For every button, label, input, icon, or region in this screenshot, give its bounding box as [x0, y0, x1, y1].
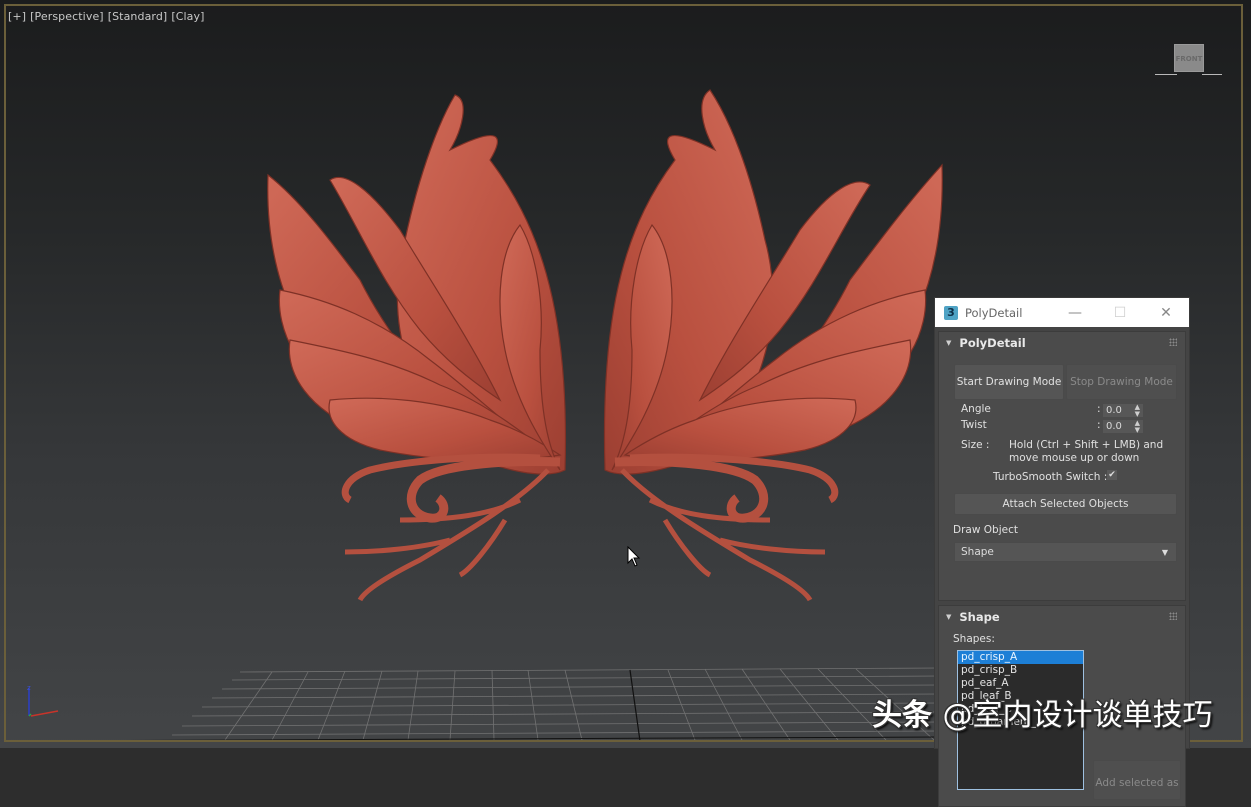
polydetail-rollout-header[interactable]: ▼ PolyDetail — [939, 332, 1185, 354]
twist-value: 0.0 — [1106, 421, 1122, 432]
viewport-label-menu[interactable]: [+] [Perspective] [Standard] [Clay] — [8, 10, 209, 23]
rollout-title: Shape — [959, 610, 1000, 624]
viewcube[interactable]: FRONT — [1174, 44, 1204, 72]
draw-object-label: Draw Object — [953, 524, 1018, 536]
list-item[interactable]: pd_crisp_A — [958, 651, 1083, 664]
angle-value: 0.0 — [1106, 405, 1122, 416]
chevron-down-icon: ▼ — [1161, 547, 1168, 557]
turbosmooth-label: TurboSmooth Switch : — [993, 471, 1108, 483]
add-selected-as-button[interactable]: Add selected as — [1093, 760, 1181, 800]
collapse-triangle-icon: ▼ — [946, 613, 952, 621]
size-hint-line1: Hold (Ctrl + Shift + LMB) and — [1009, 439, 1164, 451]
twist-spinner[interactable]: 0.0 ▲ ▼ — [1103, 420, 1143, 433]
stop-drawing-mode-button[interactable]: Stop Drawing Mode — [1066, 364, 1177, 400]
axis-tripod-icon: z — [27, 684, 59, 717]
watermark-handle: @室内设计谈单技巧 — [942, 698, 1213, 733]
close-icon: ✕ — [1160, 304, 1172, 321]
list-item[interactable]: pd_eaf_A — [958, 677, 1083, 690]
list-item[interactable]: pd_crisp_B — [958, 664, 1083, 677]
rollout-title: PolyDetail — [959, 336, 1026, 350]
rollout-grip-icon[interactable] — [1169, 612, 1177, 620]
rollout-grip-icon[interactable] — [1169, 338, 1177, 346]
right-sprig — [620, 468, 826, 602]
viewport-plus-menu[interactable]: [+] — [8, 10, 26, 23]
size-label: Size : — [961, 439, 990, 451]
spinner-arrows-icon[interactable]: ▲ ▼ — [1135, 404, 1140, 418]
3dsmax-app-icon: 3 — [944, 305, 958, 320]
dialog-titlebar[interactable]: 3 PolyDetail — ☐ ✕ — [935, 298, 1189, 327]
draw-object-value: Shape — [961, 546, 994, 558]
minimize-button[interactable]: — — [1060, 298, 1090, 327]
maximize-icon: ☐ — [1113, 304, 1127, 321]
angle-label: Angle — [961, 403, 991, 415]
viewport-standard-menu[interactable]: [Standard] — [108, 10, 168, 23]
watermark: 头条 @室内设计谈单技巧 — [872, 690, 1212, 734]
watermark-brand: 头条 — [872, 698, 932, 733]
maximize-button[interactable]: ☐ — [1105, 298, 1135, 327]
mouse-cursor-icon — [627, 546, 641, 567]
twist-label: Twist — [961, 419, 987, 431]
collapse-triangle-icon: ▼ — [946, 339, 952, 347]
left-wing — [267, 94, 567, 602]
polydetail-rollout: ▼ PolyDetail Start Drawing Mode Stop Dra… — [938, 331, 1186, 601]
viewport-shading-menu[interactable]: [Clay] — [171, 10, 204, 23]
turbosmooth-checkbox[interactable]: ✔ — [1107, 470, 1117, 480]
angle-spinner[interactable]: 0.0 ▲ ▼ — [1103, 404, 1143, 417]
viewcube-ring — [1155, 74, 1177, 75]
right-wing — [603, 89, 943, 602]
shape-rollout-header[interactable]: ▼ Shape — [939, 606, 1185, 628]
viewport-point-of-view-menu[interactable]: [Perspective] — [30, 10, 104, 23]
angle-colon: : — [1097, 403, 1101, 415]
attach-selected-objects-button[interactable]: Attach Selected Objects — [954, 493, 1177, 515]
minimize-icon: — — [1068, 304, 1082, 321]
axis-z-label: z — [27, 684, 31, 692]
left-sprig — [344, 468, 550, 602]
twist-colon: : — [1097, 419, 1101, 431]
viewcube-ring — [1202, 74, 1222, 75]
dialog-title: PolyDetail — [965, 305, 1023, 320]
spinner-arrows-icon[interactable]: ▲ ▼ — [1135, 420, 1140, 434]
close-button[interactable]: ✕ — [1151, 298, 1181, 327]
polydetail-dialog: 3 PolyDetail — ☐ ✕ ▼ PolyDetail Start Dr… — [935, 298, 1189, 807]
shapes-label: Shapes: — [953, 633, 995, 645]
draw-object-dropdown[interactable]: Shape ▼ — [954, 542, 1177, 562]
start-drawing-mode-button[interactable]: Start Drawing Mode — [954, 364, 1064, 400]
size-hint-line2: move mouse up or down — [1009, 452, 1140, 464]
checkmark-icon: ✔ — [1108, 470, 1116, 480]
